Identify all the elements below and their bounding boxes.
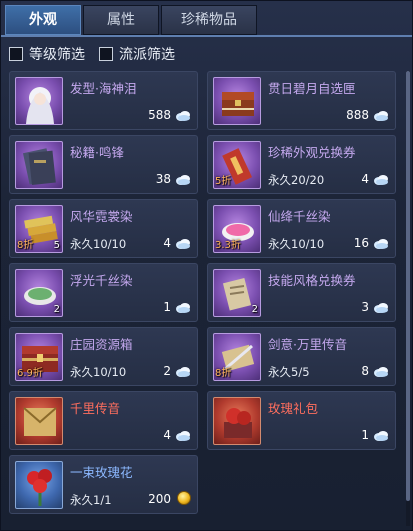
item-price: 4	[361, 172, 369, 186]
cloud-crystal-icon	[373, 428, 389, 442]
shop-item-card[interactable]: 3.3折 仙绛千丝染永久10/10 16	[207, 199, 396, 258]
item-price: 1	[361, 428, 369, 442]
discount-badge: 5折	[215, 176, 232, 187]
cloud-crystal-icon	[175, 172, 191, 186]
filter-bar: 等级筛选 流派筛选	[9, 44, 175, 64]
cloud-crystal-icon	[175, 236, 191, 250]
resource-chest-icon[interactable]: 6.9折	[15, 333, 63, 381]
purchase-limit: 永久5/5	[268, 365, 310, 379]
tab-bar: 外观 属性 珍稀物品	[5, 5, 259, 35]
item-name: 千里传音	[70, 401, 121, 416]
stack-count: 5	[53, 240, 60, 251]
shop-item-card[interactable]: 2 技能风格兑换券 3	[207, 263, 396, 322]
item-name: 发型·海神泪	[70, 81, 137, 96]
item-price: 16	[353, 236, 369, 250]
cloud-crystal-icon	[373, 236, 389, 250]
cloud-crystal-icon	[373, 364, 389, 378]
gold-coin-icon	[177, 491, 191, 505]
item-price: 888	[346, 108, 369, 122]
tab-appearance[interactable]: 外观	[5, 5, 81, 35]
stack-count: 2	[53, 304, 60, 315]
dye-bowl-green-icon[interactable]: 2	[15, 269, 63, 317]
red-ticket-icon[interactable]: 5折	[213, 141, 261, 189]
item-name: 一束玫瑰花	[70, 465, 133, 480]
cloud-crystal-icon	[175, 428, 191, 442]
dye-bowl-pink-icon[interactable]: 3.3折	[213, 205, 261, 253]
cloud-crystal-icon	[175, 300, 191, 314]
discount-badge: 6.9折	[17, 368, 43, 379]
shop-item-card[interactable]: 一束玫瑰花永久1/1 200	[9, 455, 198, 514]
level-filter-checkbox[interactable]: 等级筛选	[9, 44, 85, 64]
item-price: 4	[163, 428, 171, 442]
tab-rare-items[interactable]: 珍稀物品	[161, 5, 257, 35]
cloud-crystal-icon	[175, 364, 191, 378]
checkbox-icon[interactable]	[99, 47, 113, 61]
shop-item-card[interactable]: 5折 珍稀外观兑换券 永久20/20 4	[207, 135, 396, 194]
school-filter-label: 流派筛选	[119, 47, 175, 63]
shop-panel: 外观 属性 珍稀物品 等级筛选 流派筛选 发型·海神泪 588 贯日碧月自选匣 888…	[0, 0, 413, 531]
item-price: 8	[361, 364, 369, 378]
item-price: 4	[163, 236, 171, 250]
discount-badge: 8折	[17, 240, 34, 251]
tab-divider	[1, 35, 412, 37]
item-price: 200	[148, 492, 171, 506]
cloud-crystal-icon	[175, 108, 191, 122]
hair-portrait-icon[interactable]	[15, 77, 63, 125]
item-price: 3	[361, 300, 369, 314]
item-name: 剑意·万里传音	[268, 337, 347, 352]
shop-item-card[interactable]: 发型·海神泪 588	[9, 71, 198, 130]
discount-badge: 3.3折	[215, 240, 241, 251]
item-name: 庄园资源箱	[70, 337, 133, 352]
item-name: 技能风格兑换券	[268, 273, 356, 288]
shop-item-card[interactable]: 2 浮光千丝染 1	[9, 263, 198, 322]
checkbox-icon[interactable]	[9, 47, 23, 61]
sword-scroll-icon[interactable]: 8折	[213, 333, 261, 381]
cloud-crystal-icon	[373, 172, 389, 186]
item-price: 2	[163, 364, 171, 378]
shop-item-card[interactable]: 8折 5 风华霓裳染永久10/10 4	[9, 199, 198, 258]
purchase-limit: 永久10/10	[70, 365, 127, 379]
item-name: 秘籍·鸣锋	[70, 145, 124, 160]
item-name: 玫瑰礼包	[268, 401, 319, 416]
shop-item-card[interactable]: 6.9折 庄园资源箱永久10/10 2	[9, 327, 198, 386]
purchase-limit: 永久10/10	[70, 237, 127, 251]
shop-item-card[interactable]: 贯日碧月自选匣 888	[207, 71, 396, 130]
shop-item-card[interactable]: 8折 剑意·万里传音 永久5/5 8	[207, 327, 396, 386]
item-name: 仙绛千丝染	[268, 209, 331, 224]
letter-scroll-icon[interactable]	[15, 397, 63, 445]
scrollbar-thumb[interactable]	[406, 71, 410, 501]
shop-item-card[interactable]: 玫瑰礼包 1	[207, 391, 396, 450]
treasure-chest-icon[interactable]	[213, 77, 261, 125]
level-filter-label: 等级筛选	[29, 47, 85, 63]
shop-item-card[interactable]: 秘籍·鸣锋 38	[9, 135, 198, 194]
discount-badge: 8折	[215, 368, 232, 379]
rose-gift-icon[interactable]	[213, 397, 261, 445]
item-name: 珍稀外观兑换券	[268, 145, 356, 160]
item-price: 1	[163, 300, 171, 314]
item-name: 浮光千丝染	[70, 273, 133, 288]
tab-attributes[interactable]: 属性	[83, 5, 159, 35]
stack-count: 2	[251, 304, 258, 315]
purchase-limit: 永久20/20	[268, 173, 325, 187]
paper-ticket-icon[interactable]: 2	[213, 269, 261, 317]
item-price: 38	[155, 172, 171, 186]
dye-cloth-icon[interactable]: 8折 5	[15, 205, 63, 253]
school-filter-checkbox[interactable]: 流派筛选	[99, 44, 175, 64]
rose-bouquet-icon[interactable]	[15, 461, 63, 509]
secret-book-icon[interactable]	[15, 141, 63, 189]
item-name: 风华霓裳染	[70, 209, 133, 224]
item-name: 贯日碧月自选匣	[268, 81, 356, 96]
purchase-limit: 永久10/10	[268, 237, 325, 251]
shop-item-card[interactable]: 千里传音 4	[9, 391, 198, 450]
cloud-crystal-icon	[373, 108, 389, 122]
item-price: 588	[148, 108, 171, 122]
purchase-limit: 永久1/1	[70, 493, 112, 507]
cloud-crystal-icon	[373, 300, 389, 314]
